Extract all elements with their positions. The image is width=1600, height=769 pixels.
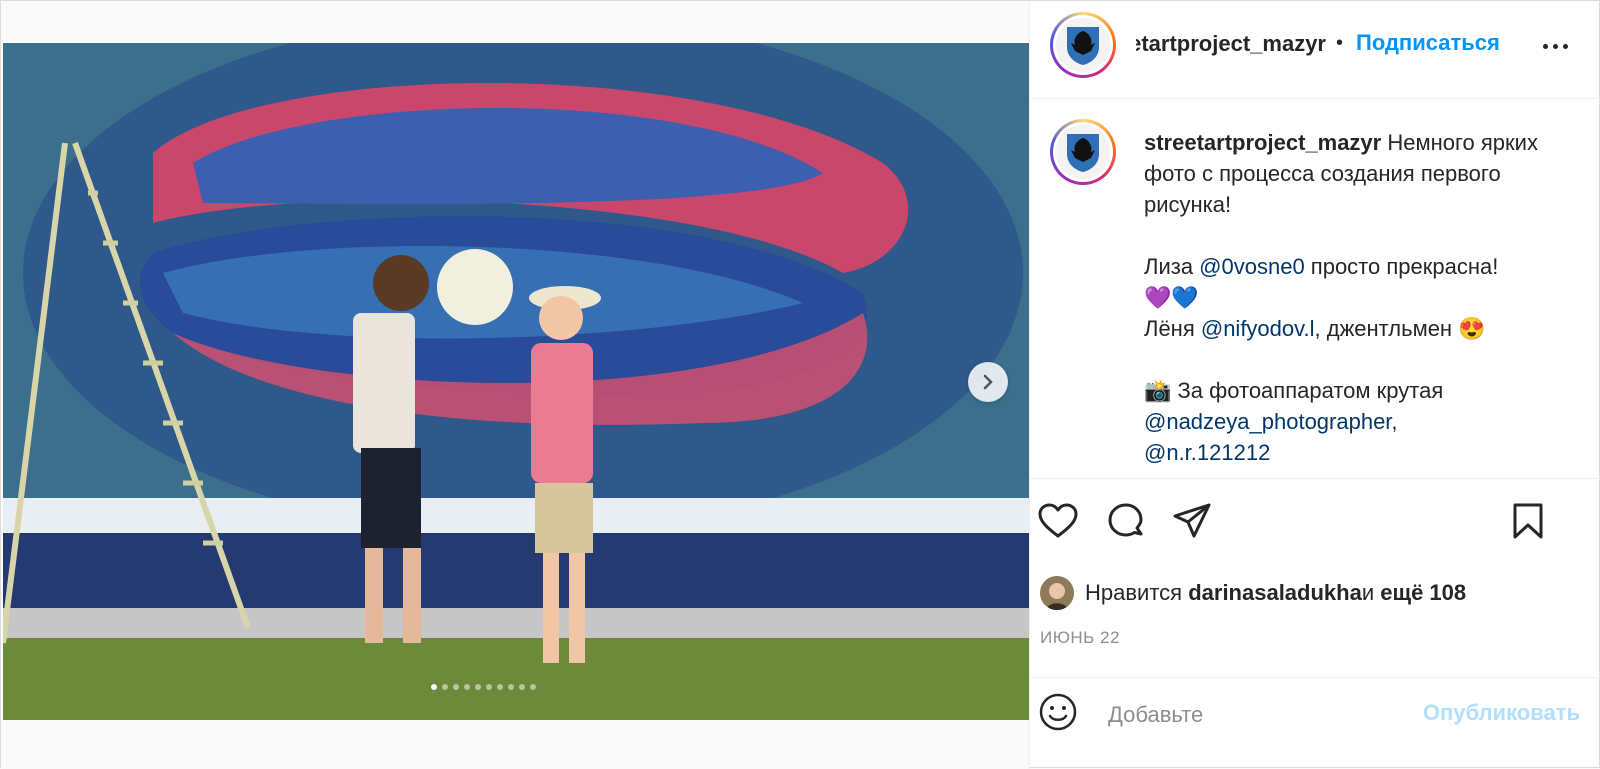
caption-line-4-prefix: Лёня [1144, 316, 1201, 341]
post-header: streetartproject_mazyr • Подписаться [1030, 1, 1600, 99]
more-options-icon[interactable] [1535, 31, 1575, 61]
coat-of-arms-icon [1067, 134, 1099, 172]
heart-icon [1038, 503, 1078, 538]
carousel-indicator [431, 684, 536, 690]
caption-line-5-comma: , [1391, 409, 1398, 434]
carousel-dot [508, 684, 514, 690]
caption-text: streetartproject_mazyr Немного ярких фот… [1144, 127, 1574, 468]
post-date[interactable]: ИЮНЬ 22 [1040, 628, 1120, 648]
mention-link[interactable]: @nifyodov.l [1201, 316, 1315, 341]
smiley-icon [1039, 693, 1077, 731]
chevron-right-icon [983, 374, 993, 390]
caption-line-4-suffix: , джентльмен 😍 [1314, 316, 1486, 341]
likes-summary[interactable]: Нравится darinasaladukha и ещё 108 [1040, 575, 1466, 611]
save-button[interactable] [1506, 499, 1550, 543]
carousel-dot [486, 684, 492, 690]
author-avatar[interactable] [1050, 12, 1116, 78]
liker-username[interactable]: darinasaladukha [1188, 580, 1362, 606]
mention-link[interactable]: @0vosne0 [1199, 254, 1305, 279]
carousel-dot [431, 684, 437, 690]
caption-hearts: 💜💙 [1144, 285, 1199, 310]
caption-line-2-suffix: просто прекрасна! [1304, 254, 1499, 279]
publish-button[interactable]: Опубликовать [1423, 700, 1580, 726]
bookmark-icon [1513, 503, 1543, 539]
caption-line-2-prefix: Лиза [1144, 254, 1200, 279]
carousel-dot [475, 684, 481, 690]
carousel-dot [519, 684, 525, 690]
liker-photo [1040, 576, 1074, 610]
liker-avatar[interactable] [1040, 576, 1074, 610]
post-photo[interactable] [3, 43, 1029, 720]
mural-illustration [3, 43, 1029, 720]
post-sidebar: streetartproject_mazyr • Подписаться [1029, 1, 1600, 769]
mention-link[interactable]: @nadzeya_photographer [1144, 409, 1391, 434]
carousel-dot [442, 684, 448, 690]
coat-of-arms-icon [1067, 27, 1099, 65]
caption-username[interactable]: streetartproject_mazyr [1144, 130, 1381, 155]
comment-bar: Опубликовать [1030, 677, 1600, 769]
follow-button[interactable]: Подписаться [1356, 30, 1500, 56]
share-icon [1173, 503, 1211, 538]
likes-others-count[interactable]: ещё 108 [1380, 580, 1466, 606]
likes-prefix: Нравится [1085, 580, 1183, 605]
caption-line-5-prefix: 📸 За фотоаппаратом крутая [1144, 378, 1444, 403]
next-slide-button[interactable] [968, 362, 1008, 402]
carousel-dot [530, 684, 536, 690]
share-button[interactable] [1170, 499, 1214, 543]
post-media [1, 1, 1029, 769]
like-button[interactable] [1036, 499, 1080, 543]
author-username[interactable]: streetartproject_mazyr [1136, 31, 1326, 59]
separator-dot: • [1336, 32, 1344, 54]
likes-middle: и [1361, 580, 1375, 605]
comment-icon [1108, 503, 1143, 537]
comment-button[interactable] [1104, 499, 1148, 543]
carousel-dot [464, 684, 470, 690]
action-bar [1030, 491, 1600, 547]
mention-link[interactable]: @n.r.121212 [1144, 440, 1270, 465]
carousel-dot [453, 684, 459, 690]
comment-input[interactable] [1106, 696, 1360, 734]
carousel-dot [497, 684, 503, 690]
instagram-post: streetartproject_mazyr • Подписаться [0, 0, 1600, 769]
caption-author-avatar[interactable] [1050, 119, 1116, 185]
emoji-button[interactable] [1036, 690, 1080, 734]
post-caption: streetartproject_mazyr Немного ярких фот… [1030, 99, 1600, 479]
